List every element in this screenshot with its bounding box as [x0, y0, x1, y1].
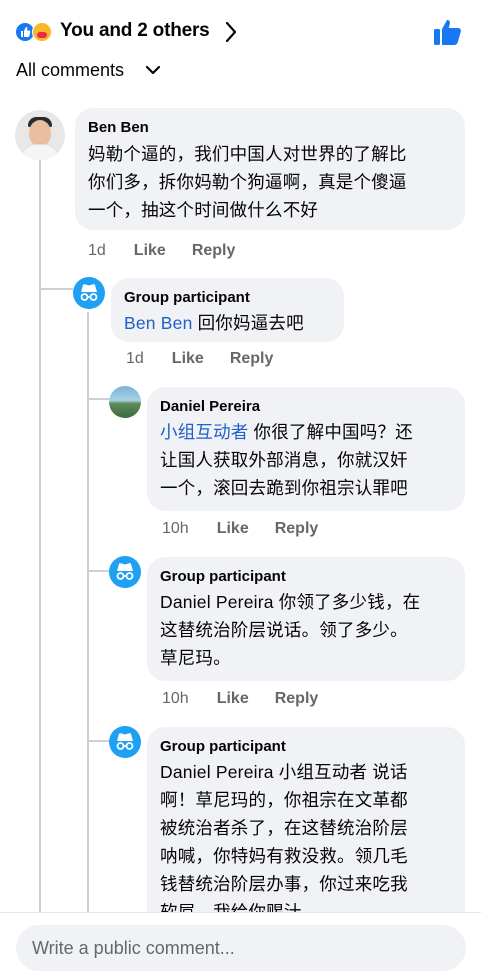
- like-button[interactable]: Like: [172, 350, 204, 367]
- comment-actions: 1d Like Reply: [88, 242, 261, 260]
- comment-filter-dropdown[interactable]: All comments: [16, 60, 124, 81]
- comment-bubble[interactable]: Group participant Daniel Pereira 你领了多少钱，…: [147, 557, 465, 681]
- incognito-icon: [116, 563, 134, 580]
- reply-button[interactable]: Reply: [275, 520, 319, 537]
- comment-text: 妈勒个逼的，我们中国人对世界的了解比 你们多，拆你妈勒个狗逼啊，真是个傻逼 一个…: [88, 144, 407, 220]
- reply-button[interactable]: Reply: [192, 242, 236, 259]
- comment-text: Daniel Pereira 你领了多少钱，在 这替统治阶层说话。领了多少。 草…: [160, 592, 421, 668]
- mention-link[interactable]: Ben Ben: [124, 313, 193, 333]
- comment-bubble[interactable]: Daniel Pereira 小组互动者 你很了解中国吗？还 让国人获取外部消息…: [147, 387, 465, 511]
- mention-link[interactable]: 小组互动者: [160, 422, 249, 442]
- care-reaction-icon: [32, 22, 52, 42]
- thumbs-up-icon[interactable]: [433, 18, 463, 46]
- reaction-icons: [15, 22, 55, 44]
- comment-time: 1d: [88, 242, 106, 259]
- anonymous-participant-avatar[interactable]: [73, 277, 105, 309]
- thread-branch: [87, 740, 109, 742]
- comment-composer: [0, 912, 481, 980]
- incognito-icon: [116, 733, 134, 750]
- reactions-summary[interactable]: You and 2 others: [60, 20, 210, 42]
- like-button[interactable]: Like: [134, 242, 166, 259]
- comment-author[interactable]: Group participant: [160, 737, 453, 756]
- comment-author[interactable]: Daniel Pereira: [160, 397, 453, 416]
- anonymous-participant-avatar[interactable]: [109, 556, 141, 588]
- chevron-right-icon[interactable]: [224, 21, 238, 43]
- thread-branch: [87, 398, 109, 400]
- like-button[interactable]: Like: [217, 690, 249, 707]
- comment-time: 1d: [126, 350, 144, 367]
- comment-text: 小组互动者 你很了解中国吗？还 让国人获取外部消息，你就汉奸 一个，滚回去跪到你…: [160, 422, 413, 498]
- thread-line: [39, 160, 41, 920]
- comment-author[interactable]: Ben Ben: [88, 118, 453, 137]
- reply-button[interactable]: Reply: [230, 350, 274, 367]
- avatar[interactable]: [15, 110, 65, 160]
- comment-text: Daniel Pereira 小组互动者 说话 啊！草尼玛的，你祖宗在文革都 被…: [160, 762, 408, 922]
- comment-actions: 1d Like Reply: [126, 350, 299, 368]
- comment-time: 10h: [162, 520, 189, 537]
- thread-line: [87, 312, 89, 920]
- comment-text: Ben Ben 回你妈逼去吧: [124, 313, 304, 333]
- thread-branch: [87, 570, 109, 572]
- comment-author[interactable]: Group participant: [124, 288, 332, 307]
- comment-author[interactable]: Group participant: [160, 567, 453, 586]
- comment-input[interactable]: [16, 925, 466, 971]
- avatar[interactable]: [109, 386, 141, 418]
- thread-branch: [39, 288, 73, 290]
- incognito-icon: [80, 284, 98, 301]
- comment-time: 10h: [162, 690, 189, 707]
- comment-bubble[interactable]: Ben Ben 妈勒个逼的，我们中国人对世界的了解比 你们多，拆你妈勒个狗逼啊，…: [75, 108, 465, 230]
- comment-actions: 10h Like Reply: [162, 690, 344, 708]
- comment-bubble[interactable]: Group participant Ben Ben 回你妈逼去吧: [111, 278, 344, 342]
- comment-actions: 10h Like Reply: [162, 520, 344, 538]
- chevron-down-icon[interactable]: [145, 64, 161, 76]
- reply-button[interactable]: Reply: [275, 690, 319, 707]
- anonymous-participant-avatar[interactable]: [109, 726, 141, 758]
- reactions-header[interactable]: You and 2 others: [0, 0, 481, 62]
- like-button[interactable]: Like: [217, 520, 249, 537]
